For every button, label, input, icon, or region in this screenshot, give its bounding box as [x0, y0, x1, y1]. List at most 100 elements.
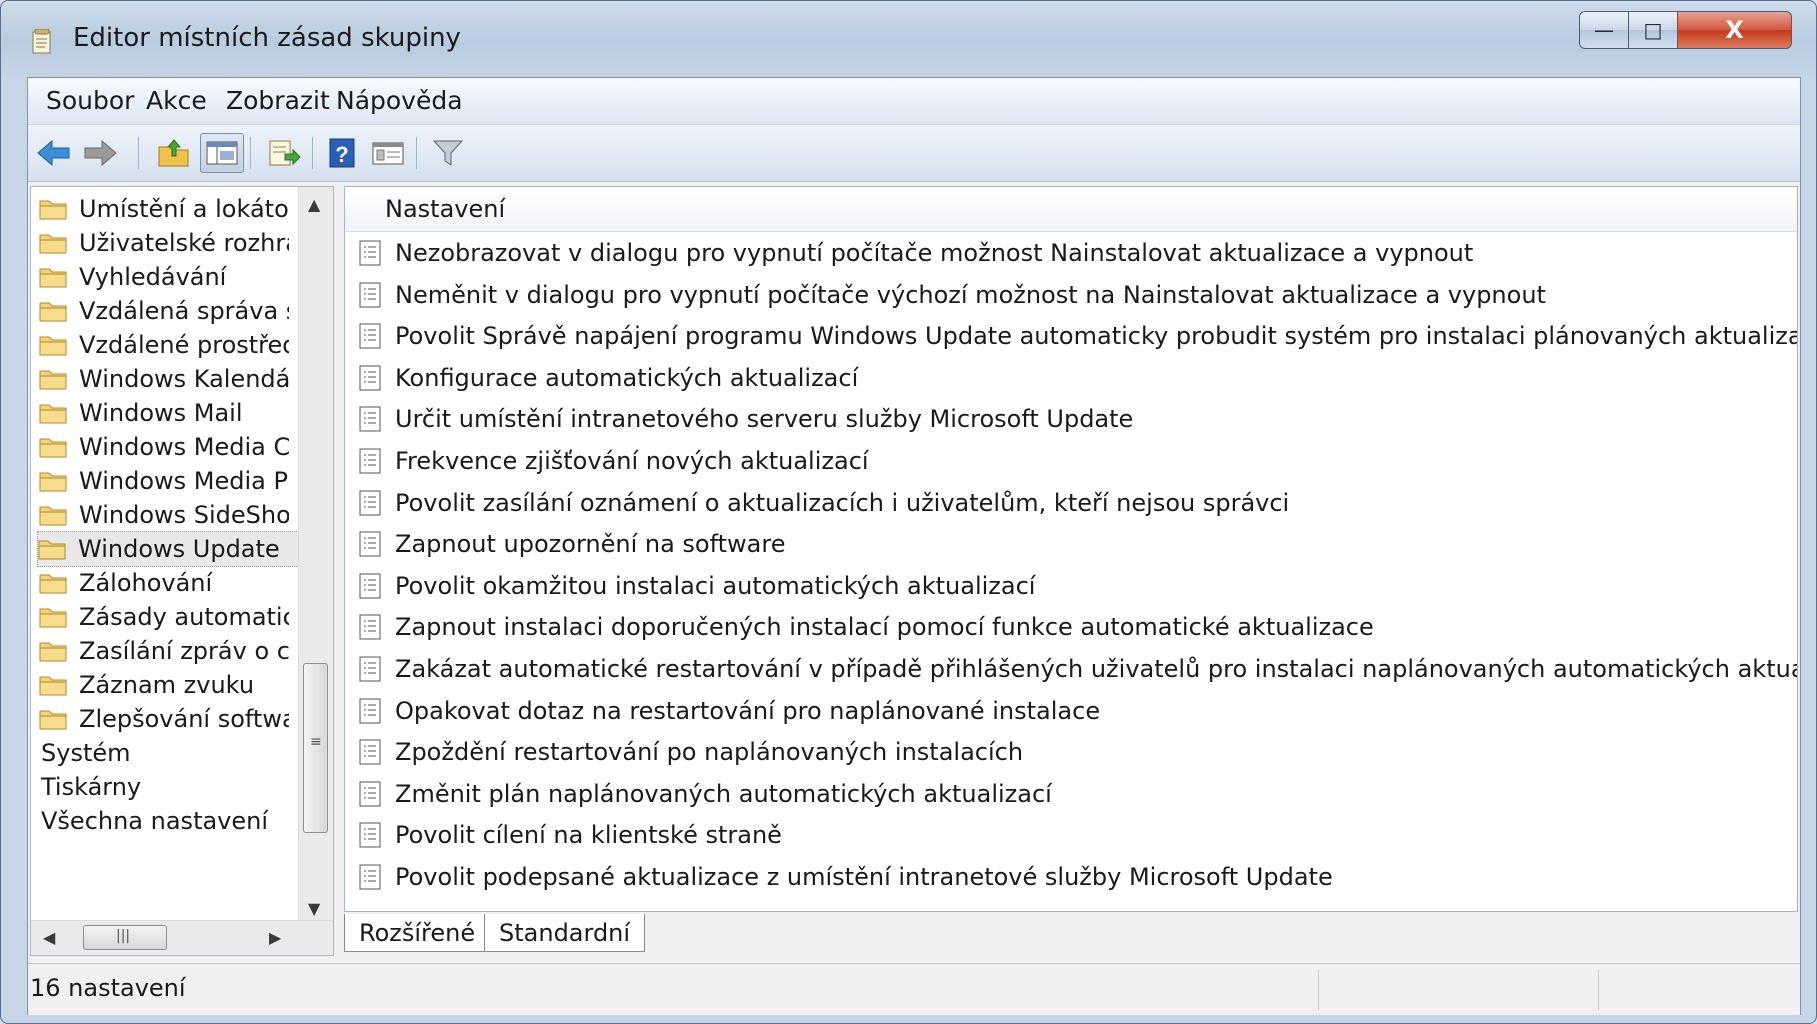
column-header-nastaveni[interactable]: Nastavení: [345, 187, 1797, 232]
back-button[interactable]: [32, 133, 76, 173]
tree-item[interactable]: Windows Media Player: [39, 463, 289, 499]
menu-zobrazit[interactable]: Zobrazit: [218, 84, 338, 117]
close-button[interactable]: X: [1677, 11, 1792, 49]
help-icon: ?: [329, 138, 355, 168]
forward-button[interactable]: [78, 133, 122, 173]
tab-label: Rozšířené: [359, 918, 476, 947]
tree-item[interactable]: Umístění a lokátor: [39, 191, 289, 227]
setting-row[interactable]: Nezobrazovat v dialogu pro vypnutí počít…: [357, 235, 1473, 271]
policy-setting-icon: [357, 364, 383, 392]
tree-item[interactable]: Windows Media Center: [39, 429, 289, 465]
category-tree[interactable]: Umístění a lokátor Uživatelské rozhraní Vy…: [30, 186, 334, 956]
setting-row[interactable]: Neměnit v dialogu pro vypnutí počítače v…: [357, 277, 1546, 313]
settings-list[interactable]: Nastavení Nezobrazovat v dialogu pro vyp…: [344, 186, 1798, 912]
setting-row[interactable]: Konfigurace automatických aktualizací: [357, 360, 858, 396]
tree-item[interactable]: Windows SideShow: [39, 497, 289, 533]
setting-row[interactable]: Změnit plán naplánovaných automatických …: [357, 776, 1052, 812]
export-list-icon: [269, 140, 301, 166]
up-folder-icon: [158, 139, 189, 167]
folder-icon: [39, 436, 67, 458]
close-icon: X: [1725, 16, 1744, 44]
tree-item[interactable]: Uživatelské rozhraní: [39, 225, 289, 261]
folder-icon: [38, 538, 66, 560]
setting-row[interactable]: Povolit okamžitou instalaci automatickýc…: [357, 568, 1035, 604]
scroll-up-icon[interactable]: ▲: [308, 195, 320, 214]
tree-item[interactable]: Windows Kalendář: [39, 361, 289, 397]
setting-row[interactable]: Zakázat automatické restartování v přípa…: [357, 651, 1797, 687]
folder-icon: [39, 198, 67, 220]
tree-item[interactable]: Zlepšování softwaru: [39, 701, 289, 737]
setting-row[interactable]: Zapnout upozornění na software: [357, 526, 785, 562]
tab-standard[interactable]: Standardní: [484, 914, 646, 952]
export-list-button[interactable]: [262, 133, 306, 173]
folder-icon: [39, 266, 67, 288]
back-arrow-icon: [37, 139, 70, 167]
setting-row[interactable]: Povolit cílení na klientské straně: [357, 817, 782, 853]
setting-row[interactable]: Zapnout instalaci doporučených instalací…: [357, 609, 1374, 645]
scroll-right-icon[interactable]: ▶: [269, 928, 281, 947]
setting-row[interactable]: Povolit Správě napájení programu Windows…: [357, 318, 1797, 354]
tree-item[interactable]: Záznam zvuku: [39, 667, 289, 703]
tab-extended[interactable]: Rozšířené: [344, 914, 491, 952]
show-hide-tree-button[interactable]: [200, 133, 244, 173]
tree-item[interactable]: Vyhledávání: [39, 259, 289, 295]
tree-item[interactable]: Systém: [41, 735, 131, 771]
tree-item-label: Zálohování: [79, 569, 213, 597]
title-bar[interactable]: Editor místních zásad skupiny — □ X: [1, 1, 1817, 83]
tree-horizontal-scrollbar[interactable]: ◀ ||| ▶: [31, 920, 333, 955]
tree-item-label: Windows Update: [78, 535, 280, 563]
setting-row[interactable]: Zpoždění restartování po naplánovaných i…: [357, 734, 1023, 770]
tree-item[interactable]: Windows Update: [37, 531, 301, 567]
setting-row[interactable]: Frekvence zjišťování nových aktualizací: [357, 443, 869, 479]
tree-item-label: Windows SideShow: [79, 501, 289, 529]
help-button[interactable]: ?: [320, 133, 364, 173]
tree-item[interactable]: Windows Mail: [39, 395, 289, 431]
folder-icon: [39, 232, 67, 254]
up-folder-button[interactable]: [152, 133, 196, 173]
tree-item[interactable]: Zásady automatického přehrávání: [39, 599, 289, 635]
policy-setting-icon: [357, 239, 383, 267]
view-tabs: Rozšířené Standardní: [344, 914, 1798, 958]
setting-label: Určit umístění intranetového serveru slu…: [395, 405, 1134, 434]
filter-button[interactable]: [426, 133, 470, 173]
toolbar-separator: [138, 137, 139, 169]
tree-item[interactable]: Vzdálené prostředí: [39, 327, 289, 363]
column-header-label: Nastavení: [385, 195, 506, 223]
tree-item[interactable]: Všechna nastavení: [41, 803, 268, 839]
policy-setting-icon: [357, 405, 383, 433]
setting-row[interactable]: Povolit podepsané aktualizace z umístění…: [357, 859, 1333, 895]
setting-label: Povolit cílení na klientské straně: [395, 821, 782, 850]
tree-vertical-scrollbar[interactable]: ▲ ≡ ▼: [298, 187, 333, 923]
tree-item-label: Vyhledávání: [79, 263, 227, 291]
setting-label: Zapnout instalaci doporučených instalací…: [395, 613, 1374, 642]
policy-setting-icon: [357, 697, 383, 725]
tree-item[interactable]: Tiskárny: [41, 769, 141, 805]
tree-item-label: Všechna nastavení: [41, 807, 269, 835]
horizontal-scroll-thumb[interactable]: |||: [83, 925, 167, 950]
setting-row[interactable]: Opakovat dotaz na restartování pro naplá…: [357, 693, 1100, 729]
setting-row[interactable]: Povolit zasílání oznámení o aktualizacíc…: [357, 485, 1289, 521]
policy-setting-icon: [357, 655, 383, 683]
properties-button[interactable]: [366, 133, 410, 173]
menu-napoveda[interactable]: Nápověda: [328, 84, 471, 117]
scroll-down-icon[interactable]: ▼: [308, 899, 320, 918]
status-divider: [1318, 970, 1319, 1010]
folder-icon: [39, 402, 67, 424]
folder-icon: [39, 640, 67, 662]
scroll-left-icon[interactable]: ◀: [43, 928, 55, 947]
maximize-button[interactable]: □: [1628, 11, 1678, 49]
tree-item[interactable]: Zálohování: [39, 565, 289, 601]
menu-soubor[interactable]: Soubor: [38, 84, 142, 117]
policy-setting-icon: [357, 613, 383, 641]
setting-label: Opakovat dotaz na restartování pro naplá…: [395, 696, 1101, 725]
menu-akce[interactable]: Akce: [138, 84, 215, 117]
vertical-scroll-thumb[interactable]: ≡: [303, 663, 328, 833]
setting-label: Neměnit v dialogu pro vypnutí počítače v…: [395, 280, 1546, 309]
tree-item[interactable]: Vzdálená správa systému: [39, 293, 289, 329]
setting-row[interactable]: Určit umístění intranetového serveru slu…: [357, 401, 1133, 437]
maximize-icon: □: [1643, 18, 1663, 42]
minimize-button[interactable]: —: [1579, 11, 1629, 49]
folder-icon: [39, 606, 67, 628]
toolbar-separator: [250, 137, 251, 169]
tree-item[interactable]: Zasílání zpráv o chybách: [39, 633, 289, 669]
